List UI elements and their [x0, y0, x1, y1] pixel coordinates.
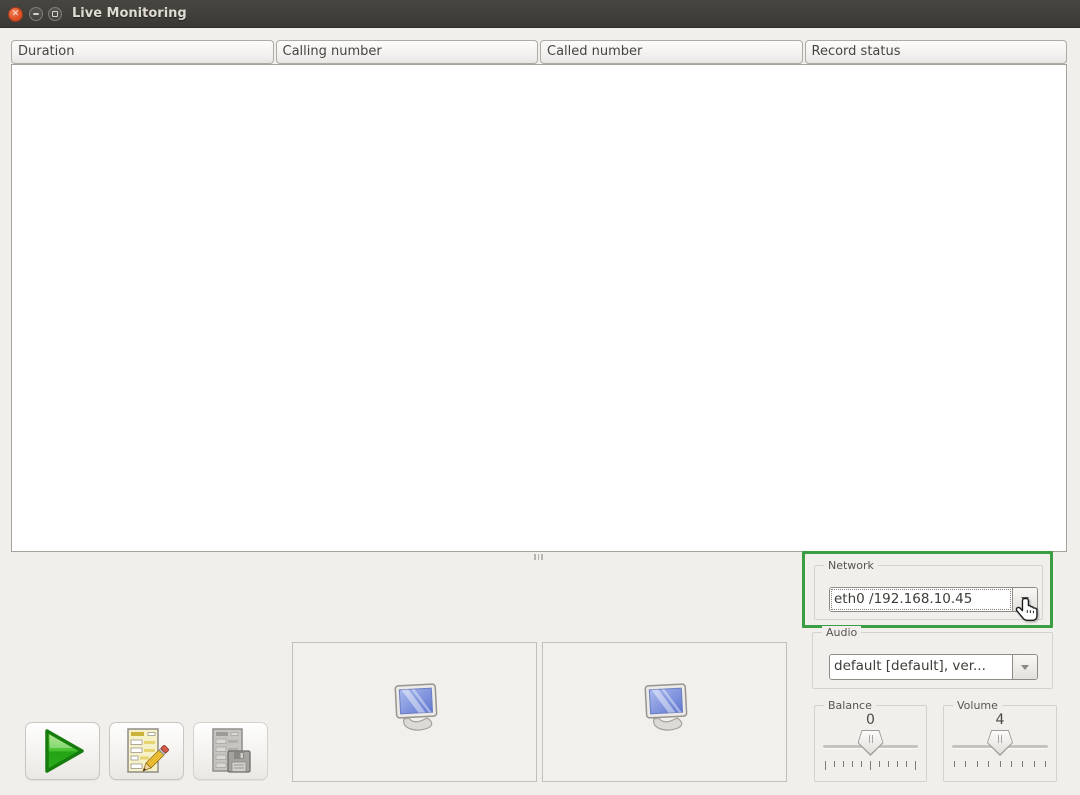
balance-tick-marks: [825, 761, 916, 771]
edit-form-icon: [123, 726, 171, 776]
maximize-icon: [52, 11, 58, 17]
balance-value: 0: [815, 712, 926, 728]
balance-slider-handle[interactable]: [858, 730, 884, 756]
monitor-icon: [633, 682, 697, 742]
call-list[interactable]: [11, 64, 1067, 552]
network-dropdown-button[interactable]: [1012, 588, 1037, 611]
network-group: Network eth0 /192.168.10.45: [814, 565, 1043, 620]
balance-group: Balance 0: [814, 705, 927, 782]
network-select[interactable]: eth0 /192.168.10.45: [829, 587, 1038, 612]
start-monitoring-button[interactable]: [25, 722, 100, 780]
network-selected-value: eth0 /192.168.10.45: [830, 588, 1012, 611]
volume-tick-marks: [954, 761, 1046, 771]
column-header-calling-number[interactable]: Calling number: [276, 40, 539, 64]
app-window: ✕ Live Monitoring Duration Calling numbe…: [0, 0, 1080, 795]
volume-value: 4: [944, 712, 1056, 728]
close-icon: ✕: [12, 10, 20, 19]
play-icon: [37, 726, 89, 776]
close-button[interactable]: ✕: [8, 7, 23, 22]
audio-group: Audio default [default], ver...: [812, 632, 1053, 689]
audio-dropdown-button[interactable]: [1012, 655, 1037, 679]
splitter-handle[interactable]: [534, 554, 543, 560]
minimize-button[interactable]: [29, 7, 43, 21]
audio-select[interactable]: default [default], ver...: [829, 654, 1038, 680]
network-group-label: Network: [824, 559, 878, 572]
table-header-row: Duration Calling number Called number Re…: [11, 40, 1067, 64]
minimize-icon: [33, 13, 39, 15]
volume-group: Volume 4: [943, 705, 1057, 782]
chevron-down-icon: [1021, 665, 1029, 670]
video-panel-local: [292, 642, 537, 782]
video-panel-remote: [542, 642, 787, 782]
column-header-called-number[interactable]: Called number: [540, 40, 803, 64]
save-form-icon: [207, 726, 255, 776]
balance-group-label: Balance: [824, 699, 876, 712]
volume-group-label: Volume: [953, 699, 1002, 712]
volume-slider-handle[interactable]: [987, 730, 1013, 756]
column-header-duration[interactable]: Duration: [11, 40, 274, 64]
monitor-icon: [383, 682, 447, 742]
audio-group-label: Audio: [822, 626, 861, 639]
chevron-down-icon: [1021, 597, 1029, 602]
window-title: Live Monitoring: [72, 0, 187, 28]
column-header-record-status[interactable]: Record status: [805, 40, 1068, 64]
titlebar: ✕ Live Monitoring: [0, 0, 1080, 28]
save-record-button[interactable]: [193, 722, 268, 780]
audio-selected-value: default [default], ver...: [830, 655, 1012, 679]
maximize-button[interactable]: [48, 7, 62, 21]
edit-notes-button[interactable]: [109, 722, 184, 780]
